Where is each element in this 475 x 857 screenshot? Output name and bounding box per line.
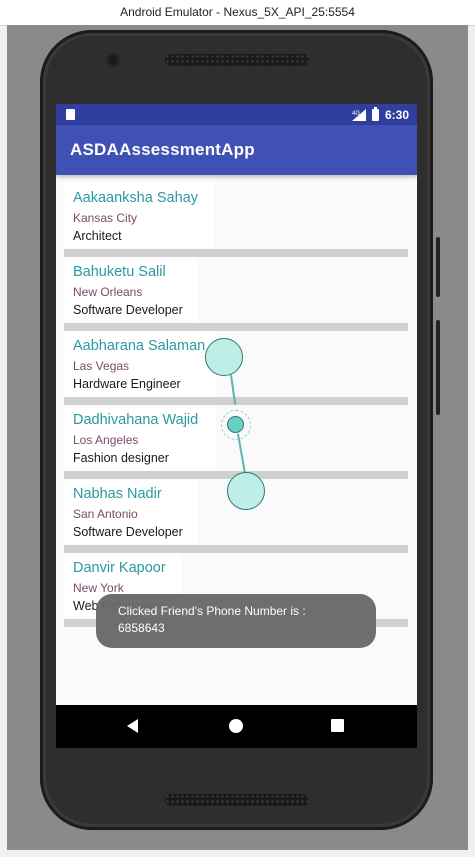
cellular-signal-icon: 4G	[351, 109, 366, 121]
power-button[interactable]	[436, 237, 440, 297]
emulator-window-title: Android Emulator - Nexus_5X_API_25:5554	[0, 0, 475, 26]
friend-city: New York	[73, 581, 124, 595]
phone-screen: 4G 6:30 ASDAAssessmentApp Aakaanksha Sah…	[56, 104, 417, 748]
list-divider	[64, 545, 408, 553]
home-icon[interactable]	[229, 719, 243, 733]
emulator-window-bottom-edge	[0, 850, 475, 857]
friend-name: Danvir Kapoor	[73, 560, 166, 576]
toast-text-line2: 6858643	[118, 621, 165, 635]
touch-center-indicator	[227, 416, 244, 433]
volume-button[interactable]	[436, 320, 440, 415]
touch-point-indicator	[205, 338, 243, 376]
front-camera-icon	[108, 55, 118, 65]
battery-icon	[371, 107, 379, 121]
friend-role: Software Developer	[73, 525, 183, 539]
friend-list-item[interactable]: Bahuketu Salil New Orleans Software Deve…	[64, 257, 197, 323]
recent-apps-icon[interactable]	[331, 719, 344, 732]
friend-role: Hardware Engineer	[73, 377, 181, 391]
list-divider	[64, 323, 408, 331]
app-title: ASDAAssessmentApp	[70, 140, 255, 159]
friend-role: Architect	[73, 229, 122, 243]
navigation-bar	[56, 705, 417, 748]
friend-list-item[interactable]: Aabharana Salaman Las Vegas Hardware Eng…	[64, 331, 216, 397]
network-type-label: 4G	[352, 111, 360, 117]
friend-name: Aakaanksha Sahay	[73, 190, 198, 206]
friend-city: San Antonio	[73, 507, 138, 521]
friend-city: New Orleans	[73, 285, 143, 299]
friend-name: Bahuketu Salil	[73, 264, 166, 280]
sd-card-icon	[66, 109, 75, 120]
friend-name: Nabhas Nadir	[73, 486, 162, 502]
status-icons: 4G 6:30	[351, 107, 409, 123]
status-bar: 4G 6:30	[56, 104, 417, 125]
back-icon[interactable]	[127, 719, 138, 733]
list-divider	[64, 397, 408, 405]
list-divider	[64, 249, 408, 257]
friend-city: Las Vegas	[73, 359, 130, 373]
friend-name: Dadhivahana Wajid	[73, 412, 199, 428]
bottom-speaker-grille	[165, 794, 309, 806]
toast-text-line1: Clicked Friend's Phone Number is :	[118, 604, 306, 618]
friend-list-item[interactable]: Aakaanksha Sahay Kansas City Architect	[64, 183, 214, 249]
top-speaker-grille	[165, 54, 309, 66]
app-toolbar: ASDAAssessmentApp	[56, 125, 417, 175]
toast-message: Clicked Friend's Phone Number is : 68586…	[96, 594, 376, 648]
friend-role: Software Developer	[73, 303, 183, 317]
friend-name: Aabharana Salaman	[73, 338, 206, 354]
friend-city: Los Angeles	[73, 433, 139, 447]
friend-city: Kansas City	[73, 211, 138, 225]
friend-role: Fashion designer	[73, 451, 169, 465]
status-time: 6:30	[384, 108, 409, 122]
friend-list-item[interactable]: Nabhas Nadir San Antonio Software Develo…	[64, 479, 197, 545]
touch-point-indicator	[227, 472, 265, 510]
friend-list-item[interactable]: Dadhivahana Wajid Los Angeles Fashion de…	[64, 405, 216, 471]
